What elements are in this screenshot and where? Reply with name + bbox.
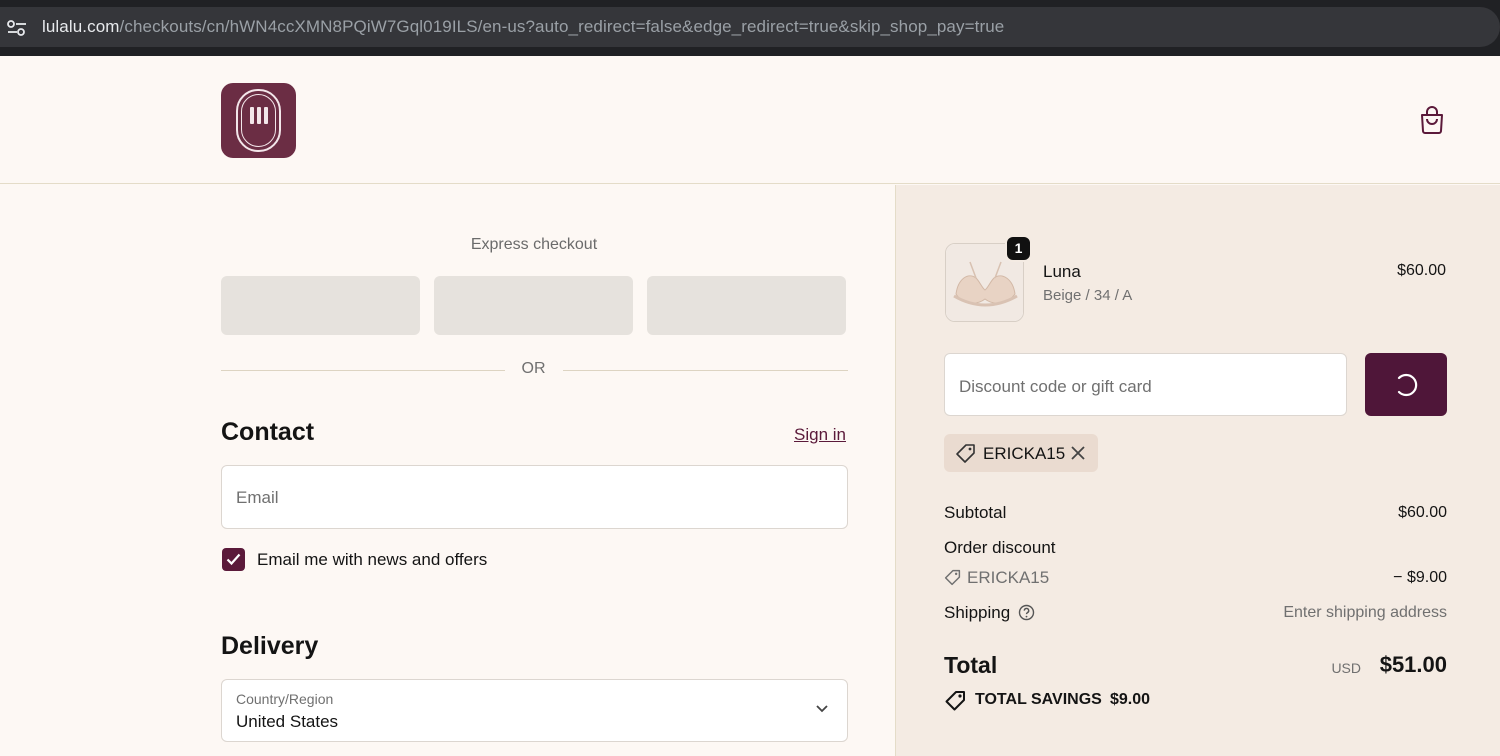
tag-icon [956,444,975,463]
newsletter-label[interactable]: Email me with news and offers [257,550,487,570]
applied-code: ERICKA15 [983,444,1066,463]
shipping-value: Enter shipping address [1283,604,1447,621]
country-label: Country/Region [236,691,334,707]
subtotal-value: $60.00 [1398,504,1447,521]
discount-placeholder: Discount code or gift card [959,377,1152,396]
product-variant: Beige / 34 / A [1043,287,1133,304]
order-discount-value: − $9.00 [1393,569,1447,586]
url-bar[interactable]: lulalu.com/checkouts/cn/hWN4ccXMN8PQiW7G… [0,7,1500,47]
express-pay-button-1[interactable] [221,276,420,335]
browser-address-bar: lulalu.com/checkouts/cn/hWN4ccXMN8PQiW7G… [0,0,1500,56]
newsletter-checkbox[interactable] [222,548,245,571]
delivery-title: Delivery [221,632,319,660]
country-value: United States [236,712,339,731]
shipping-label: Shipping [944,603,1011,622]
or-divider-label: OR [521,360,546,377]
brand-logo[interactable] [221,83,296,158]
url-host: lulalu.com [42,17,120,36]
help-circle-icon[interactable] [1018,604,1035,621]
total-savings-label: TOTAL SAVINGS [975,691,1102,708]
divider-left [221,370,505,371]
applied-discount-tag: ERICKA15 [944,434,1098,472]
tune-icon[interactable] [6,19,28,37]
tag-icon [944,569,961,586]
express-pay-button-2[interactable] [434,276,633,335]
checkout-header [0,56,1500,184]
contact-title: Contact [221,418,315,446]
url-path: /checkouts/cn/hWN4ccXMN8PQiW7Gql019ILS/e… [119,17,1005,36]
order-discount-code: ERICKA15 [967,568,1050,587]
total-savings-value: $9.00 [1110,691,1151,708]
discount-code-input[interactable]: Discount code or gift card [944,353,1347,416]
checkmark-icon [226,553,241,566]
subtotal-label: Subtotal [944,503,1007,522]
total-value: $51.00 [1379,652,1447,677]
divider-right [563,370,848,371]
product-name: Luna [1043,262,1081,281]
close-icon[interactable] [1069,444,1087,462]
email-field[interactable]: Email [221,465,848,529]
loading-spinner-icon [1397,373,1418,397]
total-label: Total [944,652,998,678]
apply-discount-button[interactable] [1365,353,1447,416]
quantity-badge: 1 [1005,235,1032,262]
url-text[interactable]: lulalu.com/checkouts/cn/hWN4ccXMN8PQiW7G… [42,17,1004,37]
total-currency: USD [1331,660,1361,676]
country-select[interactable]: Country/Region United States [221,679,848,742]
express-checkout-title: Express checkout [470,236,598,253]
chevron-down-icon [816,705,828,713]
email-placeholder: Email [236,488,279,507]
shopping-bag-icon[interactable] [1419,106,1445,134]
order-discount-label: Order discount [944,538,1056,557]
express-pay-button-3[interactable] [647,276,846,335]
sign-in-link[interactable]: Sign in [794,425,846,445]
product-price: $60.00 [1397,262,1446,279]
savings-tag-icon [945,691,965,711]
